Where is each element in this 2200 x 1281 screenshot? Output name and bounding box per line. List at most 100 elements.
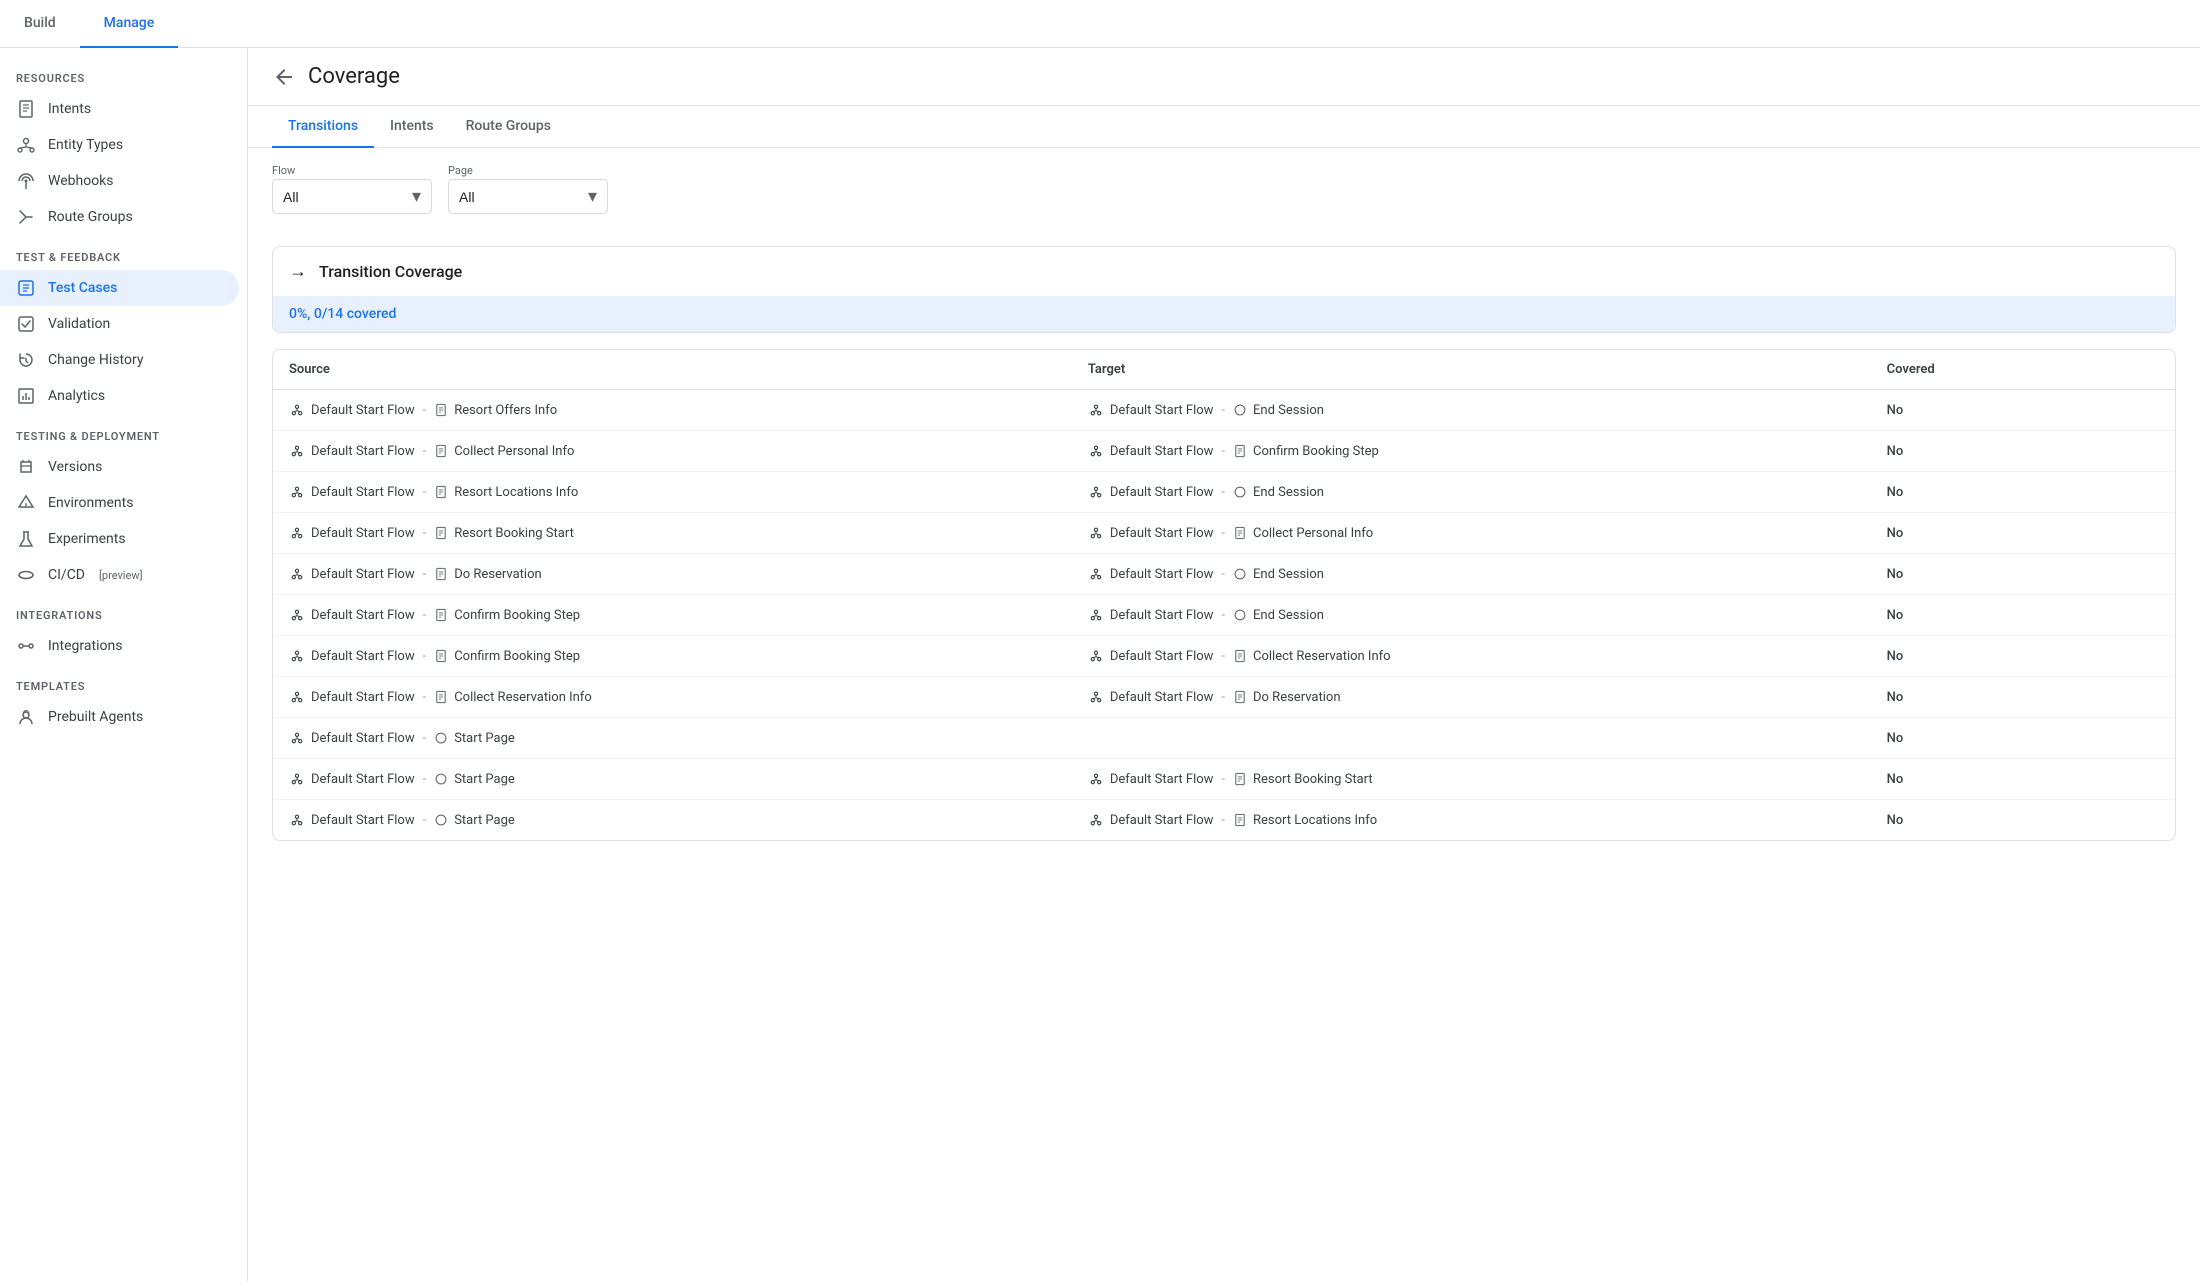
page-name: Collect Personal Info [454,444,574,459]
cell-source: Default Start Flow - Confirm Booking Ste… [273,595,1072,636]
flow-select-wrapper[interactable]: All ▾ [272,179,432,214]
cell-target: Default Start Flow - Collect Personal In… [1072,513,1871,554]
page-name: Resort Booking Start [454,526,574,541]
sidebar-label-environments: Environments [48,495,133,511]
top-navigation: Build Manage [0,0,2200,48]
flow-icon [289,484,305,500]
back-button[interactable] [272,65,296,89]
page-name: Resort Offers Info [454,403,557,418]
cicd-badge: [preview] [99,569,143,582]
flow-icon [1088,689,1104,705]
page-name: Do Reservation [454,567,541,582]
sidebar-item-analytics[interactable]: Analytics [0,378,239,414]
tab-transitions[interactable]: Transitions [272,106,374,148]
page-name: End Session [1253,403,1324,418]
coverage-header: → Transition Coverage [273,247,2175,296]
flow-icon [289,648,305,664]
page-type-icon [1233,772,1247,786]
page-select-wrapper[interactable]: All ▾ [448,179,608,214]
sidebar-item-validation[interactable]: Validation [0,306,239,342]
page-type-icon [434,608,448,622]
sidebar-label-route-groups: Route Groups [48,209,133,225]
flow-icon [289,771,305,787]
sidebar-label-entity-types: Entity Types [48,137,123,153]
analytics-icon [16,386,36,406]
sidebar-label-integrations: Integrations [48,638,122,654]
sidebar-label-versions: Versions [48,459,102,475]
sidebar-item-integrations[interactable]: Integrations [0,628,239,664]
section-resources: Resources [0,56,247,91]
flow-name: Default Start Flow [1110,772,1214,787]
cell-covered: No [1871,390,2175,431]
test-icon [16,278,36,298]
cell-source: Default Start Flow - Resort Booking Star… [273,513,1072,554]
sidebar-item-change-history[interactable]: Change History [0,342,239,378]
flow-name: Default Start Flow [311,690,415,705]
sidebar-item-environments[interactable]: Environments [0,485,239,521]
sidebar-item-route-groups[interactable]: Route Groups [0,199,239,235]
cell-covered: No [1871,677,2175,718]
cell-target: Default Start Flow - Collect Reservation… [1072,636,1871,677]
sidebar: Resources Intents Entity Types Webhooks … [0,48,248,1281]
cell-covered: No [1871,472,2175,513]
tab-route-groups[interactable]: Route Groups [450,106,567,148]
flow-name: Default Start Flow [311,403,415,418]
page-name: End Session [1253,485,1324,500]
cell-source: Default Start Flow - Start Page [273,718,1072,759]
route-icon [16,207,36,227]
section-integrations: Integrations [0,593,247,628]
page-filter-label: Page [448,164,608,177]
page-name: Start Page [454,731,515,746]
flow-select[interactable]: All [283,189,412,205]
table-row: Default Start Flow - Collect Reservation… [273,677,2175,718]
table-row: Default Start Flow - Start Page Default … [273,800,2175,841]
flow-icon [289,689,305,705]
flow-name: Default Start Flow [311,567,415,582]
table-row: Default Start Flow - Resort Offers Info … [273,390,2175,431]
table-row: Default Start Flow - Resort Locations In… [273,472,2175,513]
table-row: Default Start Flow - Start Page Default … [273,759,2175,800]
page-type-icon [434,567,448,581]
sidebar-item-intents[interactable]: Intents [0,91,239,127]
cell-source: Default Start Flow - Resort Locations In… [273,472,1072,513]
coverage-stats: 0%, 0/14 covered [273,296,2175,332]
page-name: Resort Booking Start [1253,772,1373,787]
flow-icon [289,566,305,582]
page-name: End Session [1253,608,1324,623]
cell-target: Default Start Flow - Resort Locations In… [1072,800,1871,841]
page-name: Confirm Booking Step [1253,444,1379,459]
sidebar-item-webhooks[interactable]: Webhooks [0,163,239,199]
flow-icon [289,402,305,418]
env-icon [16,493,36,513]
page-name: Resort Locations Info [1253,813,1377,828]
page-type-icon [434,526,448,540]
sidebar-item-test-cases[interactable]: Test Cases [0,270,239,306]
flow-name: Default Start Flow [1110,444,1214,459]
section-templates: Templates [0,664,247,699]
flow-name: Default Start Flow [1110,608,1214,623]
sidebar-label-prebuilt-agents: Prebuilt Agents [48,709,143,725]
sidebar-item-experiments[interactable]: Experiments [0,521,239,557]
tab-manage[interactable]: Manage [80,0,179,48]
integrations-icon [16,636,36,656]
prebuilt-icon [16,707,36,727]
sidebar-item-entity-types[interactable]: Entity Types [0,127,239,163]
sidebar-item-versions[interactable]: Versions [0,449,239,485]
cell-source: Default Start Flow - Confirm Booking Ste… [273,636,1072,677]
cell-covered: No [1871,554,2175,595]
cicd-icon [16,565,36,585]
cell-source: Default Start Flow - Resort Offers Info [273,390,1072,431]
filters-row: Flow All ▾ Page All ▾ [248,148,2200,230]
tab-intents[interactable]: Intents [374,106,450,148]
sidebar-item-cicd[interactable]: CI/CD [preview] [0,557,239,593]
flow-icon [1088,525,1104,541]
sidebar-item-prebuilt-agents[interactable]: Prebuilt Agents [0,699,239,735]
webhook-icon [16,171,36,191]
tab-build[interactable]: Build [0,0,80,48]
page-select[interactable]: All [459,189,588,205]
page-name: Do Reservation [1253,690,1340,705]
transitions-table: Source Target Covered Default Start Flow… [273,350,2175,840]
col-header-covered: Covered [1871,350,2175,390]
cell-source: Default Start Flow - Start Page [273,800,1072,841]
cell-covered: No [1871,431,2175,472]
